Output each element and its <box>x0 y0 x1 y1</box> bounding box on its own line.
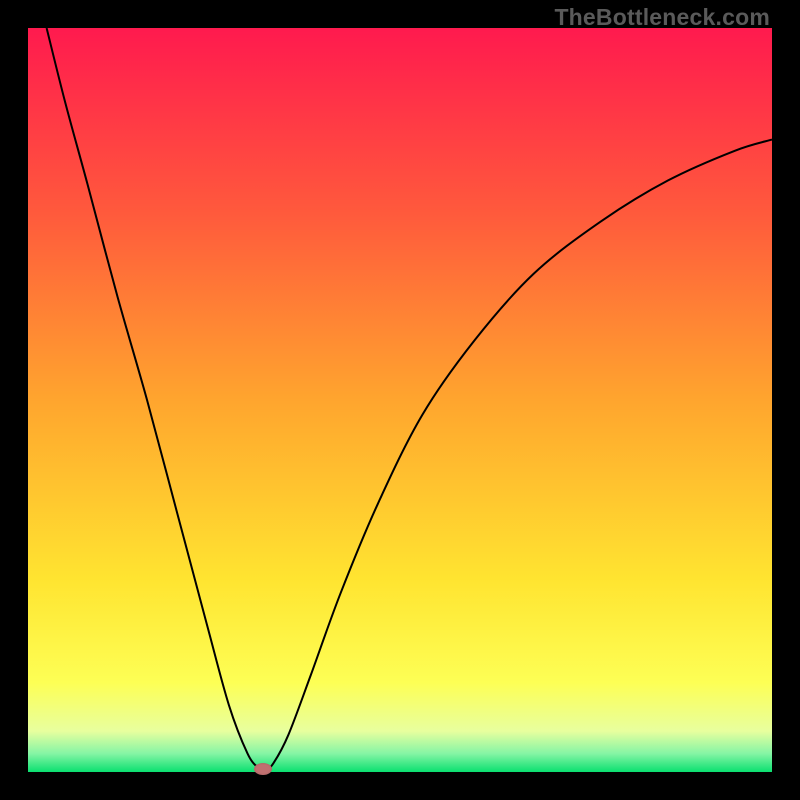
bottleneck-curve <box>28 28 772 772</box>
watermark-text: TheBottleneck.com <box>554 4 770 31</box>
optimal-point-marker <box>254 763 272 775</box>
